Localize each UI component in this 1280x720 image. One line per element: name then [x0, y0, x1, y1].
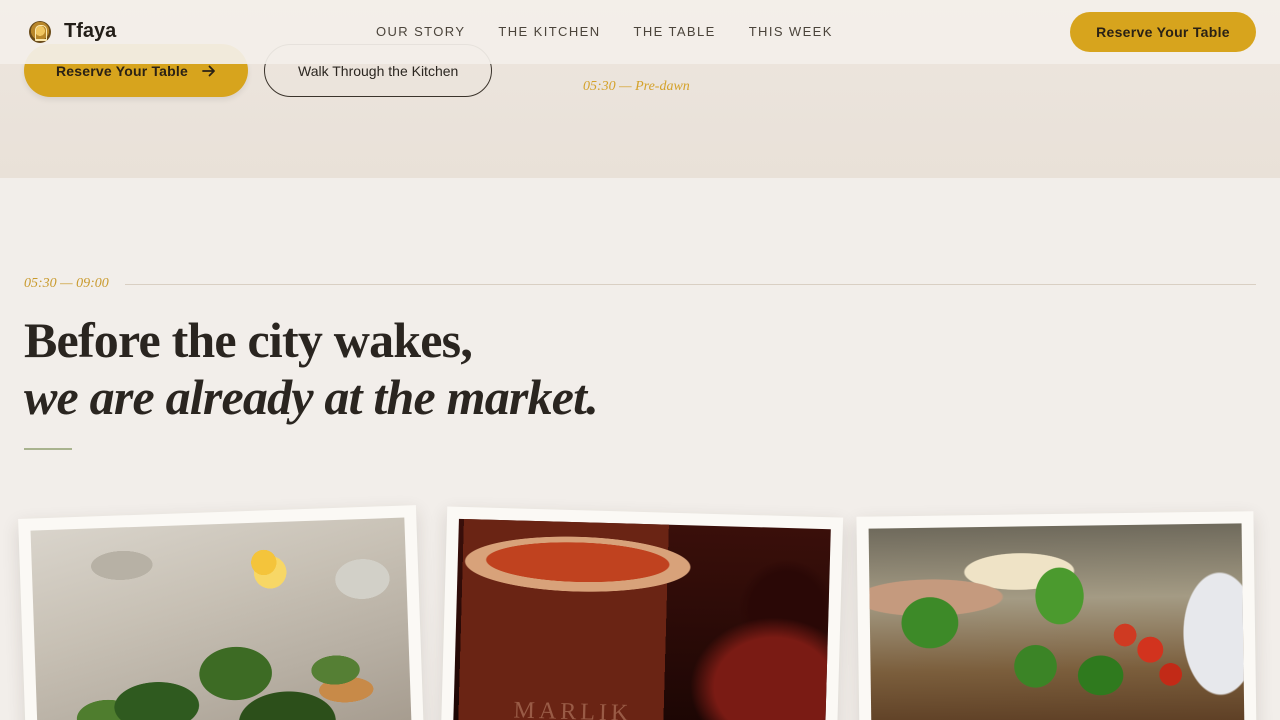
- headline-line-2: we are already at the market.: [24, 369, 599, 425]
- kitchen-tour-label: Walk Through the Kitchen: [298, 62, 459, 79]
- photo-card-herbs: [18, 505, 424, 720]
- hero-reserve-label: Reserve Your Table: [56, 62, 188, 79]
- saffron-photo: MARLIK: [453, 518, 831, 720]
- section-headline: Before the city wakes, we are already at…: [24, 312, 599, 426]
- photo-card-market: [856, 511, 1257, 720]
- top-navigation: Tfaya OUR STORY THE KITCHEN THE TABLE TH…: [0, 0, 1280, 64]
- headline-accent-divider: [24, 448, 72, 450]
- main-menu: OUR STORY THE KITCHEN THE TABLE THIS WEE…: [376, 24, 833, 39]
- menu-item-the-table[interactable]: THE TABLE: [634, 24, 716, 39]
- brand-name: Tfaya: [64, 20, 117, 42]
- brand-logo-icon: [29, 20, 51, 43]
- timeline-divider: [124, 283, 1256, 285]
- headline-line-1: Before the city wakes,: [24, 312, 473, 368]
- hero-time-label: 05:30 — Pre-dawn: [583, 79, 690, 94]
- section-time-label: 05:30 — 09:00: [24, 276, 109, 291]
- section-timeline: 05:30 — 09:00: [24, 276, 1256, 292]
- photo-card-saffron: MARLIK: [440, 506, 844, 720]
- arrow-right-icon: [202, 65, 215, 76]
- menu-item-this-week[interactable]: THIS WEEK: [749, 24, 833, 39]
- menu-item-the-kitchen[interactable]: THE KITCHEN: [498, 24, 600, 39]
- herbs-photo: [30, 517, 412, 720]
- nav-reserve-button[interactable]: Reserve Your Table: [1070, 12, 1256, 52]
- menu-item-our-story[interactable]: OUR STORY: [376, 24, 465, 39]
- brand-link[interactable]: Tfaya: [29, 20, 116, 43]
- pot-engraving: MARLIK: [513, 697, 633, 720]
- market-peppers-photo: [868, 523, 1245, 720]
